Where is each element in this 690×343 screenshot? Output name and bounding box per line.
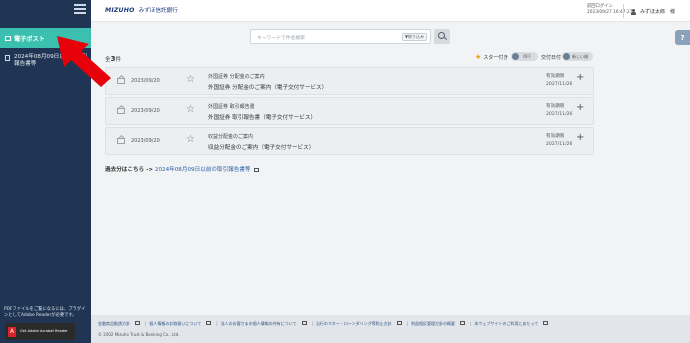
external-link-icon (543, 321, 549, 325)
external-link-icon (253, 167, 259, 172)
expiry-label: 有効期限 (546, 104, 565, 109)
pdf-plugin-note: PDFファイルをご覧になるには、プラグインとしてAdobe Readerが必要で… (4, 307, 86, 318)
sort-order-toggle[interactable]: 新しい順 (562, 52, 593, 61)
brand-logo[interactable]: MIZUHO みずほ信託銀行 (105, 6, 178, 15)
hamburger-menu-icon[interactable] (74, 4, 86, 14)
footer-links: 金融商品勧誘方針 | 個人情報のお取扱いについて | 法人のお客さまの個人情報の共有… (98, 321, 550, 327)
user-menu[interactable]: みずほ太郎 様 (631, 8, 675, 15)
document-row[interactable]: 2023/09/20 ☆ 外国証券 取引報告書 外国証券 取引報告書（電子交付サ… (105, 97, 594, 125)
star-outline-icon[interactable]: ☆ (186, 105, 195, 115)
external-link-icon (396, 321, 402, 325)
past-reports-link-row: 過去分はこちら -> 2024年08月09日以前の取引報告書等 (105, 165, 259, 173)
adobe-reader-label: Get Adobe Acrobat Reader (20, 329, 68, 333)
header: MIZUHO みずほ信託銀行 前回ログイン 2023/09/27 16:47:2… (91, 0, 690, 22)
expiry-date: 2027/11/26 (546, 82, 573, 87)
star-filter-label: ★ スター付き (475, 53, 508, 61)
star-outline-icon[interactable]: ☆ (186, 135, 195, 145)
footer-link[interactable]: 個人情報のお取扱いについて (149, 321, 201, 327)
help-icon[interactable]: ? (675, 30, 690, 45)
adobe-logo-icon: A (8, 326, 16, 337)
last-login-time: 2023/09/27 16:47:27 (587, 10, 633, 15)
sidebar-item-label: 電子ポスト (14, 35, 45, 43)
footer: 金融商品勧誘方針 | 個人情報のお取扱いについて | 法人のお客さまの個人情報の共有… (91, 315, 690, 343)
expand-plus-icon[interactable]: + (576, 103, 584, 113)
expiry-label: 有効期限 (546, 134, 565, 139)
row-subtitle: 外国証券 分配金のご案内（電子交付サービス） (208, 85, 328, 91)
past-reports-link[interactable]: 2024年08月09日以前の取引報告書等 (155, 167, 251, 173)
row-subtitle: 外国証券 取引報告書（電子交付サービス） (208, 115, 317, 121)
header-divider (623, 4, 624, 18)
mailbox-icon (5, 35, 11, 41)
star-label-text: スター付き (483, 54, 509, 61)
count-suffix: 件 (115, 57, 122, 63)
footer-link[interactable]: 当行のマネー・ローンダリング等防止方針 (316, 321, 392, 327)
user-name: みずほ太郎 様 (640, 9, 676, 15)
expand-plus-icon[interactable]: + (576, 73, 584, 83)
row-date: 2023/09/20 (131, 138, 160, 144)
star-outline-icon[interactable]: ☆ (186, 75, 195, 85)
search-box: キーワードで件名検索 ▼絞り込み (250, 29, 431, 44)
copyright: © 2002 Mizuho Trust & Banking Co., Ltd. (98, 332, 180, 337)
row-date: 2023/09/20 (131, 78, 160, 84)
row-subtitle: 収益分配金のご案内（電子交付サービス） (208, 145, 315, 151)
filter-dropdown[interactable]: ▼絞り込み (401, 33, 427, 41)
brand-ja: みずほ信託銀行 (138, 8, 178, 14)
expiry-date: 2027/11/26 (546, 112, 573, 117)
search-icon[interactable] (434, 29, 450, 44)
brand-en: MIZUHO (105, 6, 135, 14)
toggle-state: OFF (523, 53, 531, 59)
external-link-icon (206, 321, 212, 325)
red-arrow-annotation (57, 36, 111, 87)
expand-plus-icon[interactable]: + (576, 133, 584, 143)
external-link-icon (301, 321, 307, 325)
envelope-icon (117, 78, 125, 84)
expiry-date: 2027/11/26 (546, 142, 573, 147)
toggle-knob (563, 53, 570, 60)
sort-date-label: 交付日付 (541, 55, 562, 61)
footer-link[interactable]: 金融商品勧誘方針 (98, 321, 130, 327)
footer-link[interactable]: 法人のお客さまの個人情報の共有について (221, 321, 297, 327)
sort-order-text: 新しい順 (572, 53, 588, 59)
document-row[interactable]: 2023/09/20 ☆ 収益分配金のご案内 収益分配金のご案内（電子交付サービ… (105, 127, 594, 155)
row-title: 外国証券 取引報告書 (208, 104, 255, 110)
footer-link[interactable]: 本ウェブサイトのご利用にあたって (474, 321, 538, 327)
star-filled-icon: ★ (475, 53, 482, 61)
past-prefix: 過去分はこちら -> (105, 167, 154, 173)
search-input[interactable]: キーワードで件名検索 (257, 34, 305, 41)
expiry-label: 有効期限 (546, 74, 565, 79)
external-link-icon (460, 321, 466, 325)
last-login: 前回ログイン 2023/09/27 16:47:27 (587, 4, 632, 16)
toggle-knob (512, 53, 519, 60)
document-row[interactable]: 2023/09/20 ☆ 外国証券 分配金のご案内 外国証券 分配金のご案内（電… (105, 67, 594, 95)
user-icon (631, 8, 636, 15)
row-title: 収益分配金のご案内 (208, 134, 254, 140)
row-date: 2023/09/20 (131, 108, 160, 114)
star-filter-toggle[interactable]: OFF (511, 52, 538, 61)
adobe-reader-button[interactable]: A Get Adobe Acrobat Reader (5, 323, 75, 340)
row-title: 外国証券 分配金のご案内 (208, 74, 265, 80)
envelope-icon (117, 138, 125, 144)
document-icon (5, 55, 10, 61)
external-link-icon (135, 321, 140, 325)
footer-link[interactable]: 利益相反管理方針の概要 (411, 321, 455, 327)
envelope-icon (117, 108, 125, 114)
